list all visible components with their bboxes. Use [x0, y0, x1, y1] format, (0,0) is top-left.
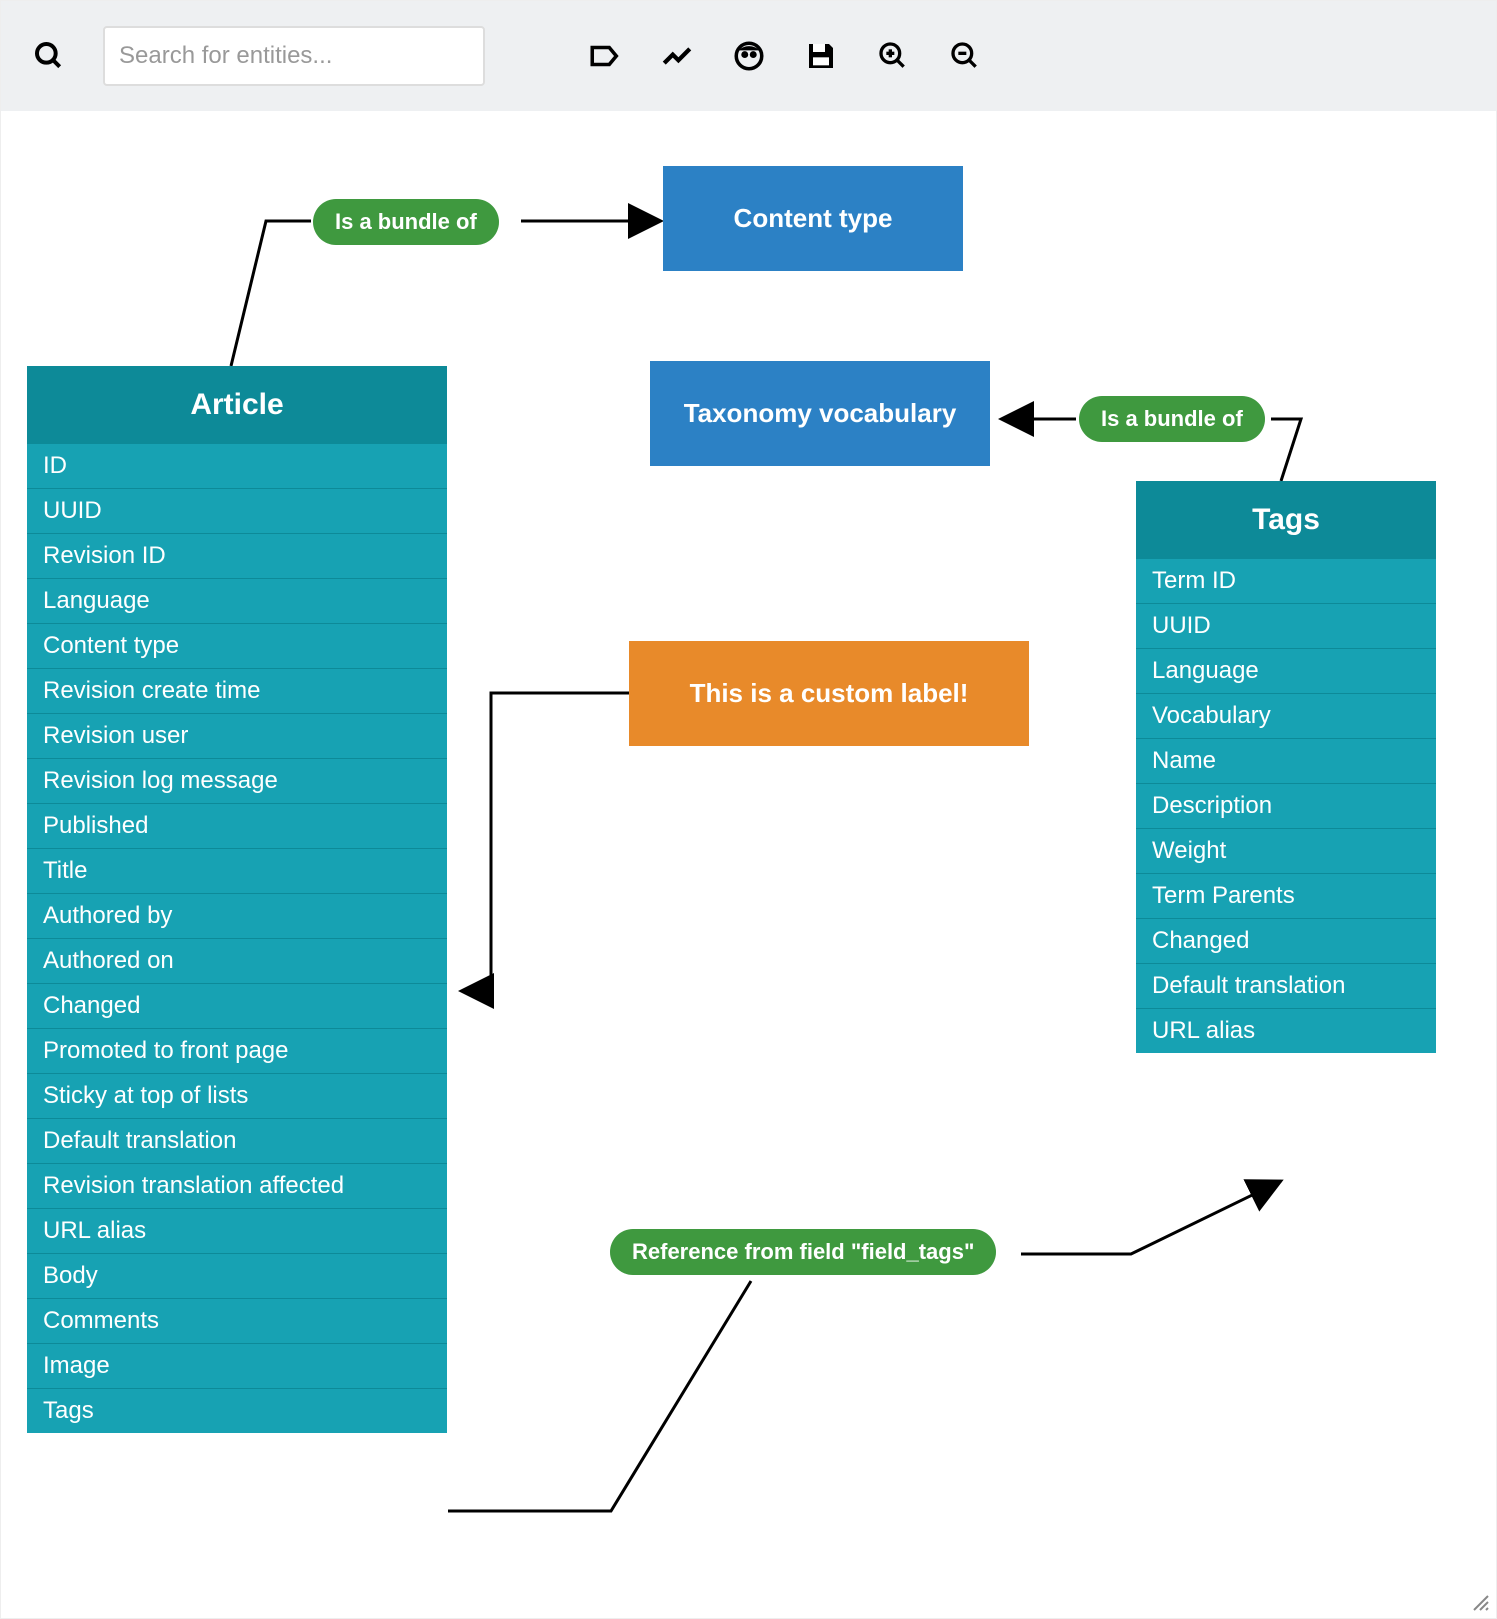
entity-field-row[interactable]: Comments: [27, 1299, 447, 1344]
entity-field-row[interactable]: Weight: [1136, 829, 1436, 874]
entity-field-row[interactable]: Image: [27, 1344, 447, 1389]
entity-field-row[interactable]: Revision create time: [27, 669, 447, 714]
face-icon[interactable]: [731, 38, 767, 74]
entity-field-row[interactable]: Language: [1136, 649, 1436, 694]
entity-field-row[interactable]: Promoted to front page: [27, 1029, 447, 1074]
entity-field-row[interactable]: Default translation: [1136, 964, 1436, 1009]
entity-field-row[interactable]: Content type: [27, 624, 447, 669]
zoom-out-icon[interactable]: [947, 38, 983, 74]
entity-field-row[interactable]: Authored on: [27, 939, 447, 984]
entity-field-row[interactable]: Sticky at top of lists: [27, 1074, 447, 1119]
entity-field-row[interactable]: Vocabulary: [1136, 694, 1436, 739]
entity-title: Tags: [1252, 503, 1320, 536]
app-root: Content type Taxonomy vocabulary This is…: [0, 0, 1497, 1619]
node-custom-label[interactable]: This is a custom label!: [629, 641, 1029, 746]
entity-field-list: IDUUIDRevision IDLanguageContent typeRev…: [27, 444, 447, 1433]
entity-field-row[interactable]: Term ID: [1136, 559, 1436, 604]
relation-label: Reference from field "field_tags": [632, 1239, 974, 1264]
node-label: Taxonomy vocabulary: [684, 398, 957, 429]
entity-header: Tags: [1136, 481, 1436, 559]
save-icon[interactable]: [803, 38, 839, 74]
entity-field-row[interactable]: Language: [27, 579, 447, 624]
entity-tags[interactable]: Tags Term IDUUIDLanguageVocabularyNameDe…: [1136, 481, 1436, 1053]
entity-field-row[interactable]: Authored by: [27, 894, 447, 939]
toolbar: [1, 1, 1496, 111]
entity-field-row[interactable]: Title: [27, 849, 447, 894]
line-chart-icon[interactable]: [659, 38, 695, 74]
entity-field-row[interactable]: Revision ID: [27, 534, 447, 579]
label-icon[interactable]: [587, 38, 623, 74]
relation-label: Is a bundle of: [335, 209, 477, 234]
entity-field-row[interactable]: Name: [1136, 739, 1436, 784]
entity-header: Article: [27, 366, 447, 444]
entity-field-row[interactable]: Revision translation affected: [27, 1164, 447, 1209]
node-label: Content type: [734, 203, 893, 234]
relation-bundle-of-tags[interactable]: Is a bundle of: [1079, 396, 1265, 442]
search-icon[interactable]: [31, 38, 67, 74]
entity-field-row[interactable]: Revision user: [27, 714, 447, 759]
search-input[interactable]: [103, 26, 485, 86]
entity-field-row[interactable]: URL alias: [1136, 1009, 1436, 1053]
entity-field-row[interactable]: Tags: [27, 1389, 447, 1433]
entity-field-row[interactable]: ID: [27, 444, 447, 489]
relation-field-tags[interactable]: Reference from field "field_tags": [610, 1229, 996, 1275]
entity-field-row[interactable]: Term Parents: [1136, 874, 1436, 919]
relation-label: Is a bundle of: [1101, 406, 1243, 431]
entity-field-row[interactable]: Description: [1136, 784, 1436, 829]
entity-article[interactable]: Article IDUUIDRevision IDLanguageContent…: [27, 366, 447, 1433]
diagram-canvas[interactable]: Content type Taxonomy vocabulary This is…: [1, 111, 1496, 1618]
zoom-in-icon[interactable]: [875, 38, 911, 74]
entity-field-row[interactable]: Changed: [1136, 919, 1436, 964]
entity-field-row[interactable]: Body: [27, 1254, 447, 1299]
resize-grip-icon[interactable]: [1472, 1594, 1490, 1612]
relation-bundle-of-article[interactable]: Is a bundle of: [313, 199, 499, 245]
node-taxonomy-vocabulary[interactable]: Taxonomy vocabulary: [650, 361, 990, 466]
entity-field-list: Term IDUUIDLanguageVocabularyNameDescrip…: [1136, 559, 1436, 1053]
entity-field-row[interactable]: Changed: [27, 984, 447, 1029]
entity-field-row[interactable]: Default translation: [27, 1119, 447, 1164]
entity-field-row[interactable]: Published: [27, 804, 447, 849]
entity-field-row[interactable]: UUID: [1136, 604, 1436, 649]
entity-field-row[interactable]: UUID: [27, 489, 447, 534]
entity-title: Article: [190, 388, 283, 421]
node-content-type[interactable]: Content type: [663, 166, 963, 271]
entity-field-row[interactable]: Revision log message: [27, 759, 447, 804]
entity-field-row[interactable]: URL alias: [27, 1209, 447, 1254]
node-label: This is a custom label!: [690, 678, 969, 709]
